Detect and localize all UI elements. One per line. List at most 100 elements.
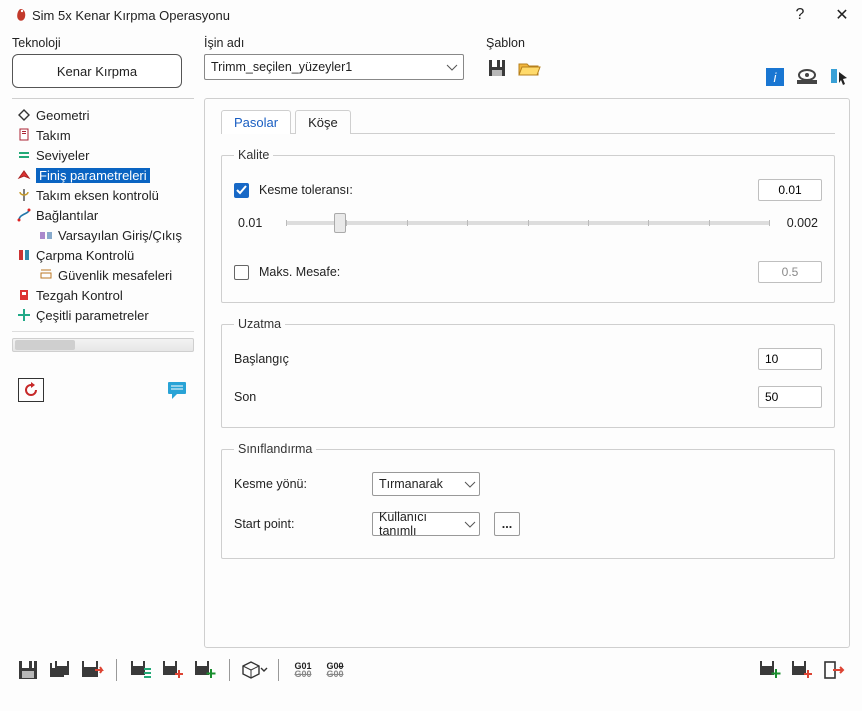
tab-passes[interactable]: Pasolar (221, 110, 291, 134)
slider-min-label: 0.01 (238, 216, 272, 230)
tab-label: Köşe (308, 115, 338, 130)
tree-label: Tezgah Kontrol (36, 288, 123, 303)
save-list-icon[interactable] (129, 658, 153, 682)
tree-label: Çarpma Kontrolü (36, 248, 134, 263)
start-input[interactable] (758, 348, 822, 370)
classification-group: Sınıflandırma Kesme yönü: Tırmanarak Sta… (221, 442, 835, 559)
tree-label: Takım (36, 128, 71, 143)
reset-icon[interactable] (18, 378, 44, 402)
cut-tolerance-checkbox[interactable] (234, 183, 249, 198)
save-add-icon[interactable] (161, 658, 185, 682)
help-button[interactable]: ? (790, 5, 810, 25)
tree-hscrollbar[interactable] (12, 338, 194, 352)
divider (12, 331, 194, 332)
tree-label: Bağlantılar (36, 208, 98, 223)
max-distance-input (758, 261, 822, 283)
tree-item-machine[interactable]: Tezgah Kontrol (12, 285, 194, 305)
tree-item-tool[interactable]: Takım (12, 125, 194, 145)
tech-button[interactable]: Kenar Kırpma (12, 54, 182, 88)
tree-item-axis-control[interactable]: Takım eksen kontrolü (12, 185, 194, 205)
tree-label: Takım eksen kontrolü (36, 188, 159, 203)
links-icon (16, 207, 32, 223)
quality-legend: Kalite (234, 148, 273, 162)
save-run-icon[interactable] (80, 658, 104, 682)
job-name-select[interactable]: Trimm_seçilen_yüzeyler1 (204, 54, 464, 80)
tree-item-geometry[interactable]: Geometri (12, 105, 194, 125)
separator (278, 659, 279, 681)
slider-max-label: 0.002 (784, 216, 818, 230)
tree-item-clearance[interactable]: Güvenlik mesafeleri (12, 265, 194, 285)
scroll-thumb[interactable] (15, 340, 75, 350)
tree-label: Seviyeler (36, 148, 89, 163)
g01-g00-icon[interactable]: G01G00 (291, 658, 315, 682)
info-icon[interactable]: i (764, 66, 786, 88)
app-icon (10, 4, 32, 26)
tree-label: Çeşitli parametreler (36, 308, 149, 323)
save-red-plus-icon[interactable] (790, 658, 814, 682)
tree-item-collision[interactable]: Çarpma Kontrolü (12, 245, 194, 265)
box-dropdown-icon[interactable] (242, 658, 266, 682)
slider-thumb[interactable] (334, 213, 346, 233)
save-copy-icon[interactable] (48, 658, 72, 682)
tree-label: Geometri (36, 108, 89, 123)
save-plus-icon[interactable] (193, 658, 217, 682)
cut-tolerance-input[interactable] (758, 179, 822, 201)
save-green-plus-icon[interactable] (758, 658, 782, 682)
tree-item-levels[interactable]: Seviyeler (12, 145, 194, 165)
tab-label: Pasolar (234, 115, 278, 130)
tree-label: Varsayılan Giriş/Çıkış (58, 228, 182, 243)
g00-g00-icon[interactable]: G00G00 (323, 658, 347, 682)
save-template-icon[interactable] (486, 57, 508, 79)
tree-item-default-io[interactable]: Varsayılan Giriş/Çıkış (12, 225, 194, 245)
chevron-down-icon (465, 477, 475, 491)
start-label: Başlangıç (234, 352, 384, 366)
select-value: Kullanıcı tanımlı (379, 510, 459, 538)
tree-item-links[interactable]: Bağlantılar (12, 205, 194, 225)
end-label: Son (234, 390, 384, 404)
tree-item-finish-params[interactable]: Finiş parametreleri (12, 165, 194, 185)
end-input[interactable] (758, 386, 822, 408)
separator (229, 659, 230, 681)
collision-icon (16, 247, 32, 263)
open-template-icon[interactable] (518, 57, 540, 79)
extend-legend: Uzatma (234, 317, 285, 331)
pick-icon[interactable] (828, 66, 850, 88)
cut-direction-select[interactable]: Tırmanarak (372, 472, 480, 496)
extend-group: Uzatma Başlangıç Son (221, 317, 835, 428)
chevron-down-icon (465, 517, 475, 531)
cut-tolerance-label: Kesme toleransı: (259, 183, 353, 197)
classification-legend: Sınıflandırma (234, 442, 316, 456)
job-value: Trimm_seçilen_yüzeyler1 (211, 60, 352, 74)
preview-icon[interactable] (796, 66, 818, 88)
io-icon (38, 227, 54, 243)
save-icon[interactable] (16, 658, 40, 682)
tree-item-misc[interactable]: Çeşitli parametreler (12, 305, 194, 325)
start-point-select[interactable]: Kullanıcı tanımlı (372, 512, 480, 536)
tolerance-slider[interactable] (286, 221, 770, 225)
start-point-more-button[interactable]: ... (494, 512, 520, 536)
comment-icon[interactable] (166, 379, 188, 401)
max-distance-checkbox[interactable] (234, 265, 249, 280)
max-distance-label: Maks. Mesafe: (259, 265, 340, 279)
tree-label: Finiş parametreleri (36, 168, 150, 183)
tool-icon (16, 127, 32, 143)
tab-corner[interactable]: Köşe (295, 110, 351, 134)
axis-icon (16, 187, 32, 203)
chevron-down-icon (447, 60, 457, 74)
window-title: Sim 5x Kenar Kırpma Operasyonu (32, 8, 790, 23)
tech-label: Teknoloji (12, 36, 192, 50)
job-label: İşin adı (204, 36, 474, 50)
start-point-label: Start point: (234, 517, 364, 531)
close-button[interactable]: ✕ (832, 5, 852, 25)
template-label: Şablon (486, 36, 636, 50)
misc-icon (16, 307, 32, 323)
content-panel: Pasolar Köşe Kalite Kesme toleransı: 0.0… (204, 98, 850, 648)
machine-icon (16, 287, 32, 303)
finish-params-icon (16, 167, 32, 183)
exit-icon[interactable] (822, 658, 846, 682)
tech-button-label: Kenar Kırpma (57, 64, 137, 79)
levels-icon (16, 147, 32, 163)
separator (116, 659, 117, 681)
tree-label: Güvenlik mesafeleri (58, 268, 172, 283)
geometry-icon (16, 107, 32, 123)
